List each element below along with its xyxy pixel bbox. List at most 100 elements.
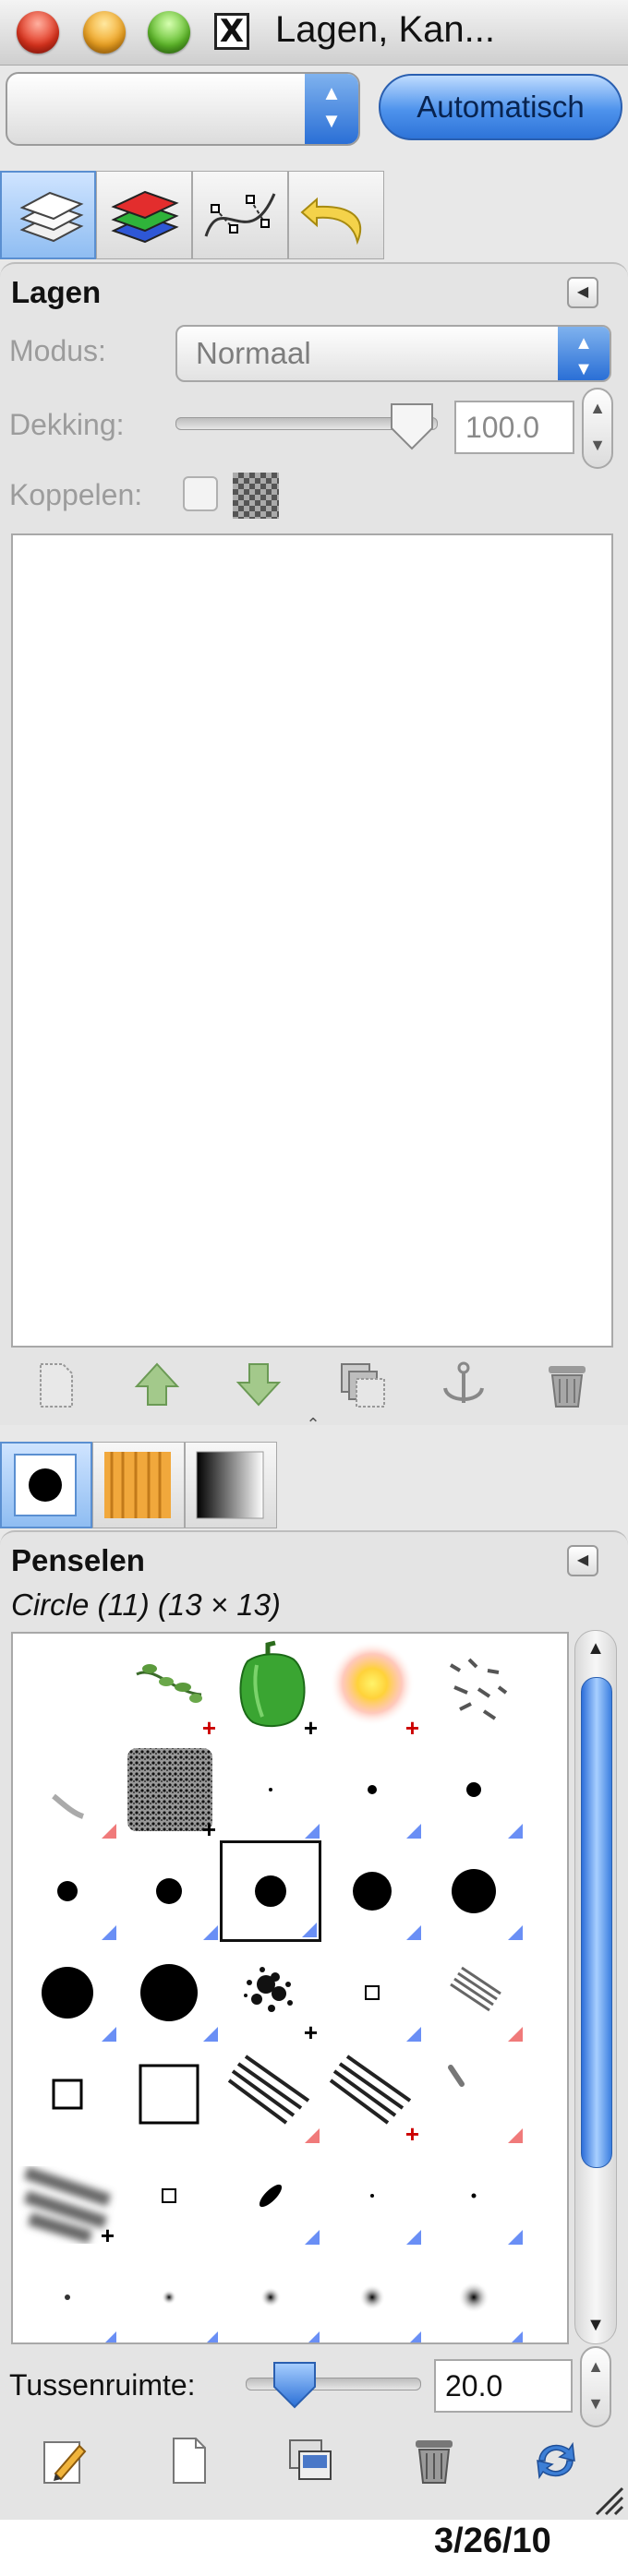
brushes-scrollbar[interactable]: ▲ ▼ [574, 1630, 617, 2344]
raise-layer-icon[interactable] [129, 1357, 185, 1412]
paths-tab[interactable] [192, 171, 288, 259]
title-bar[interactable]: X Lagen, Kan... [0, 0, 628, 66]
scrollbar-thumb[interactable] [581, 1677, 612, 2168]
brush-cell[interactable] [118, 2145, 220, 2247]
brush-cell[interactable] [423, 2247, 525, 2342]
brush-cell[interactable] [17, 1739, 118, 1840]
pane-resize-handle[interactable]: ⌃ [303, 1416, 323, 1432]
brush-cell[interactable] [17, 2043, 118, 2145]
brush-cell[interactable] [423, 1942, 525, 2043]
brushes-tab[interactable] [0, 1442, 92, 1528]
brush-cell[interactable] [118, 2247, 220, 2342]
brush-cell[interactable] [321, 1840, 423, 1942]
brush-cell[interactable] [423, 1637, 525, 1739]
channels-icon [111, 190, 179, 244]
opacity-spinner[interactable]: ▲ ▼ [582, 388, 613, 469]
spacing-label: Tussenruimte: [9, 2368, 196, 2402]
brush-cell[interactable]: + [118, 1739, 220, 1843]
image-selector-combo[interactable]: ▲ ▼ [6, 72, 360, 146]
scatter-brush-icon [449, 1658, 508, 1720]
layers-tab[interactable] [0, 171, 96, 259]
new-brush-icon[interactable] [161, 2433, 216, 2488]
brush-marker [508, 2128, 523, 2143]
brush-cell[interactable] [220, 1739, 321, 1840]
brush-marker [203, 1925, 218, 1940]
channels-tab[interactable] [96, 171, 192, 259]
brush-marker [508, 2027, 523, 2042]
opacity-label: Dekking: [9, 408, 125, 441]
brush-marker [102, 2331, 116, 2342]
alpha-lock-icon[interactable] [233, 473, 279, 519]
minimize-window-button[interactable] [83, 11, 126, 54]
updown-arrows-icon[interactable]: ▲ ▼ [305, 74, 358, 144]
spacing-slider-thumb[interactable] [271, 2359, 319, 2411]
zoom-window-button[interactable] [148, 11, 190, 54]
gradients-tab[interactable] [185, 1442, 277, 1528]
mode-select[interactable]: Normaal ▲ ▼ [175, 325, 611, 382]
undo-history-tab[interactable] [288, 171, 384, 259]
refresh-brushes-icon[interactable] [528, 2433, 584, 2488]
auto-button[interactable]: Automatisch [379, 74, 622, 140]
brush-cell[interactable]: + [118, 1637, 220, 1740]
brush-cell[interactable]: + [220, 1942, 321, 2044]
layers-list[interactable] [11, 533, 613, 1348]
brush-marker [406, 2230, 421, 2245]
brush-plus-marker: + [201, 1815, 216, 1843]
select-arrows-icon: ▲ ▼ [558, 327, 610, 380]
spacing-input[interactable]: 20.0 [434, 2359, 573, 2413]
brush-cell[interactable] [118, 2043, 220, 2145]
brush-cell[interactable]: + [321, 2043, 423, 2146]
window-title: Lagen, Kan... [275, 9, 495, 50]
spacing-spinner[interactable]: ▲ ▼ [580, 2346, 611, 2427]
delete-layer-icon[interactable] [539, 1357, 595, 1412]
brush-cell[interactable] [423, 2145, 525, 2247]
delete-brush-icon[interactable] [406, 2433, 462, 2488]
brush-cell[interactable] [321, 2247, 423, 2342]
selected-brush-cell[interactable] [220, 1840, 321, 1942]
brushes-menu-icon[interactable]: ◀ [567, 1545, 598, 1576]
brush-marker [102, 1925, 116, 1940]
brush-cell[interactable] [220, 2043, 321, 2145]
anchor-layer-icon[interactable] [436, 1357, 491, 1412]
brush-cell[interactable] [17, 1840, 118, 1942]
brush-marker [406, 2331, 421, 2342]
brush-cell[interactable]: + [17, 2145, 118, 2247]
brush-marker [406, 1824, 421, 1839]
brush-cell[interactable] [118, 1840, 220, 1942]
scroll-up-icon[interactable]: ▲ [575, 1638, 616, 1659]
brush-cell[interactable] [321, 1739, 423, 1840]
brush-cell[interactable] [17, 1942, 118, 2043]
scroll-down-icon[interactable]: ▼ [575, 2315, 616, 2336]
lock-alpha-checkbox[interactable] [183, 476, 218, 511]
paths-icon [204, 193, 276, 237]
close-window-button[interactable] [17, 11, 59, 54]
brush-cell[interactable] [220, 2145, 321, 2247]
mode-value: Normaal [196, 336, 311, 370]
brush-cell[interactable] [321, 2145, 423, 2247]
brush-cell[interactable] [220, 2247, 321, 2342]
brush-cell[interactable] [321, 1942, 423, 2043]
new-layer-icon[interactable] [28, 1357, 83, 1412]
undo-icon [300, 197, 362, 246]
brush-cell[interactable] [118, 1942, 220, 2043]
opacity-input[interactable]: 100.0 [454, 401, 574, 454]
edit-brush-icon[interactable] [37, 2433, 92, 2488]
link-label: Koppelen: [9, 478, 143, 511]
brush-cell[interactable]: + [220, 1637, 321, 1740]
brush-cell[interactable] [17, 2247, 118, 2342]
duplicate-layer-icon[interactable] [334, 1357, 390, 1412]
brush-cell[interactable] [423, 1840, 525, 1942]
patterns-tab[interactable] [92, 1442, 185, 1528]
brush-cell[interactable] [423, 1739, 525, 1840]
layers-icon [19, 191, 84, 243]
duplicate-brush-icon[interactable] [283, 2433, 338, 2488]
brushes-grid[interactable]: + + + + + + + [11, 1632, 569, 2344]
lower-layer-icon[interactable] [231, 1357, 286, 1412]
brush-cell[interactable] [423, 2043, 525, 2145]
mode-label: Modus: [9, 334, 106, 367]
opacity-slider-thumb[interactable] [388, 401, 436, 452]
brush-cell[interactable] [17, 1637, 118, 1739]
brush-cell[interactable]: + [321, 1637, 423, 1740]
window-resize-grip-icon[interactable] [587, 2479, 624, 2516]
layers-menu-icon[interactable]: ◀ [567, 277, 598, 308]
